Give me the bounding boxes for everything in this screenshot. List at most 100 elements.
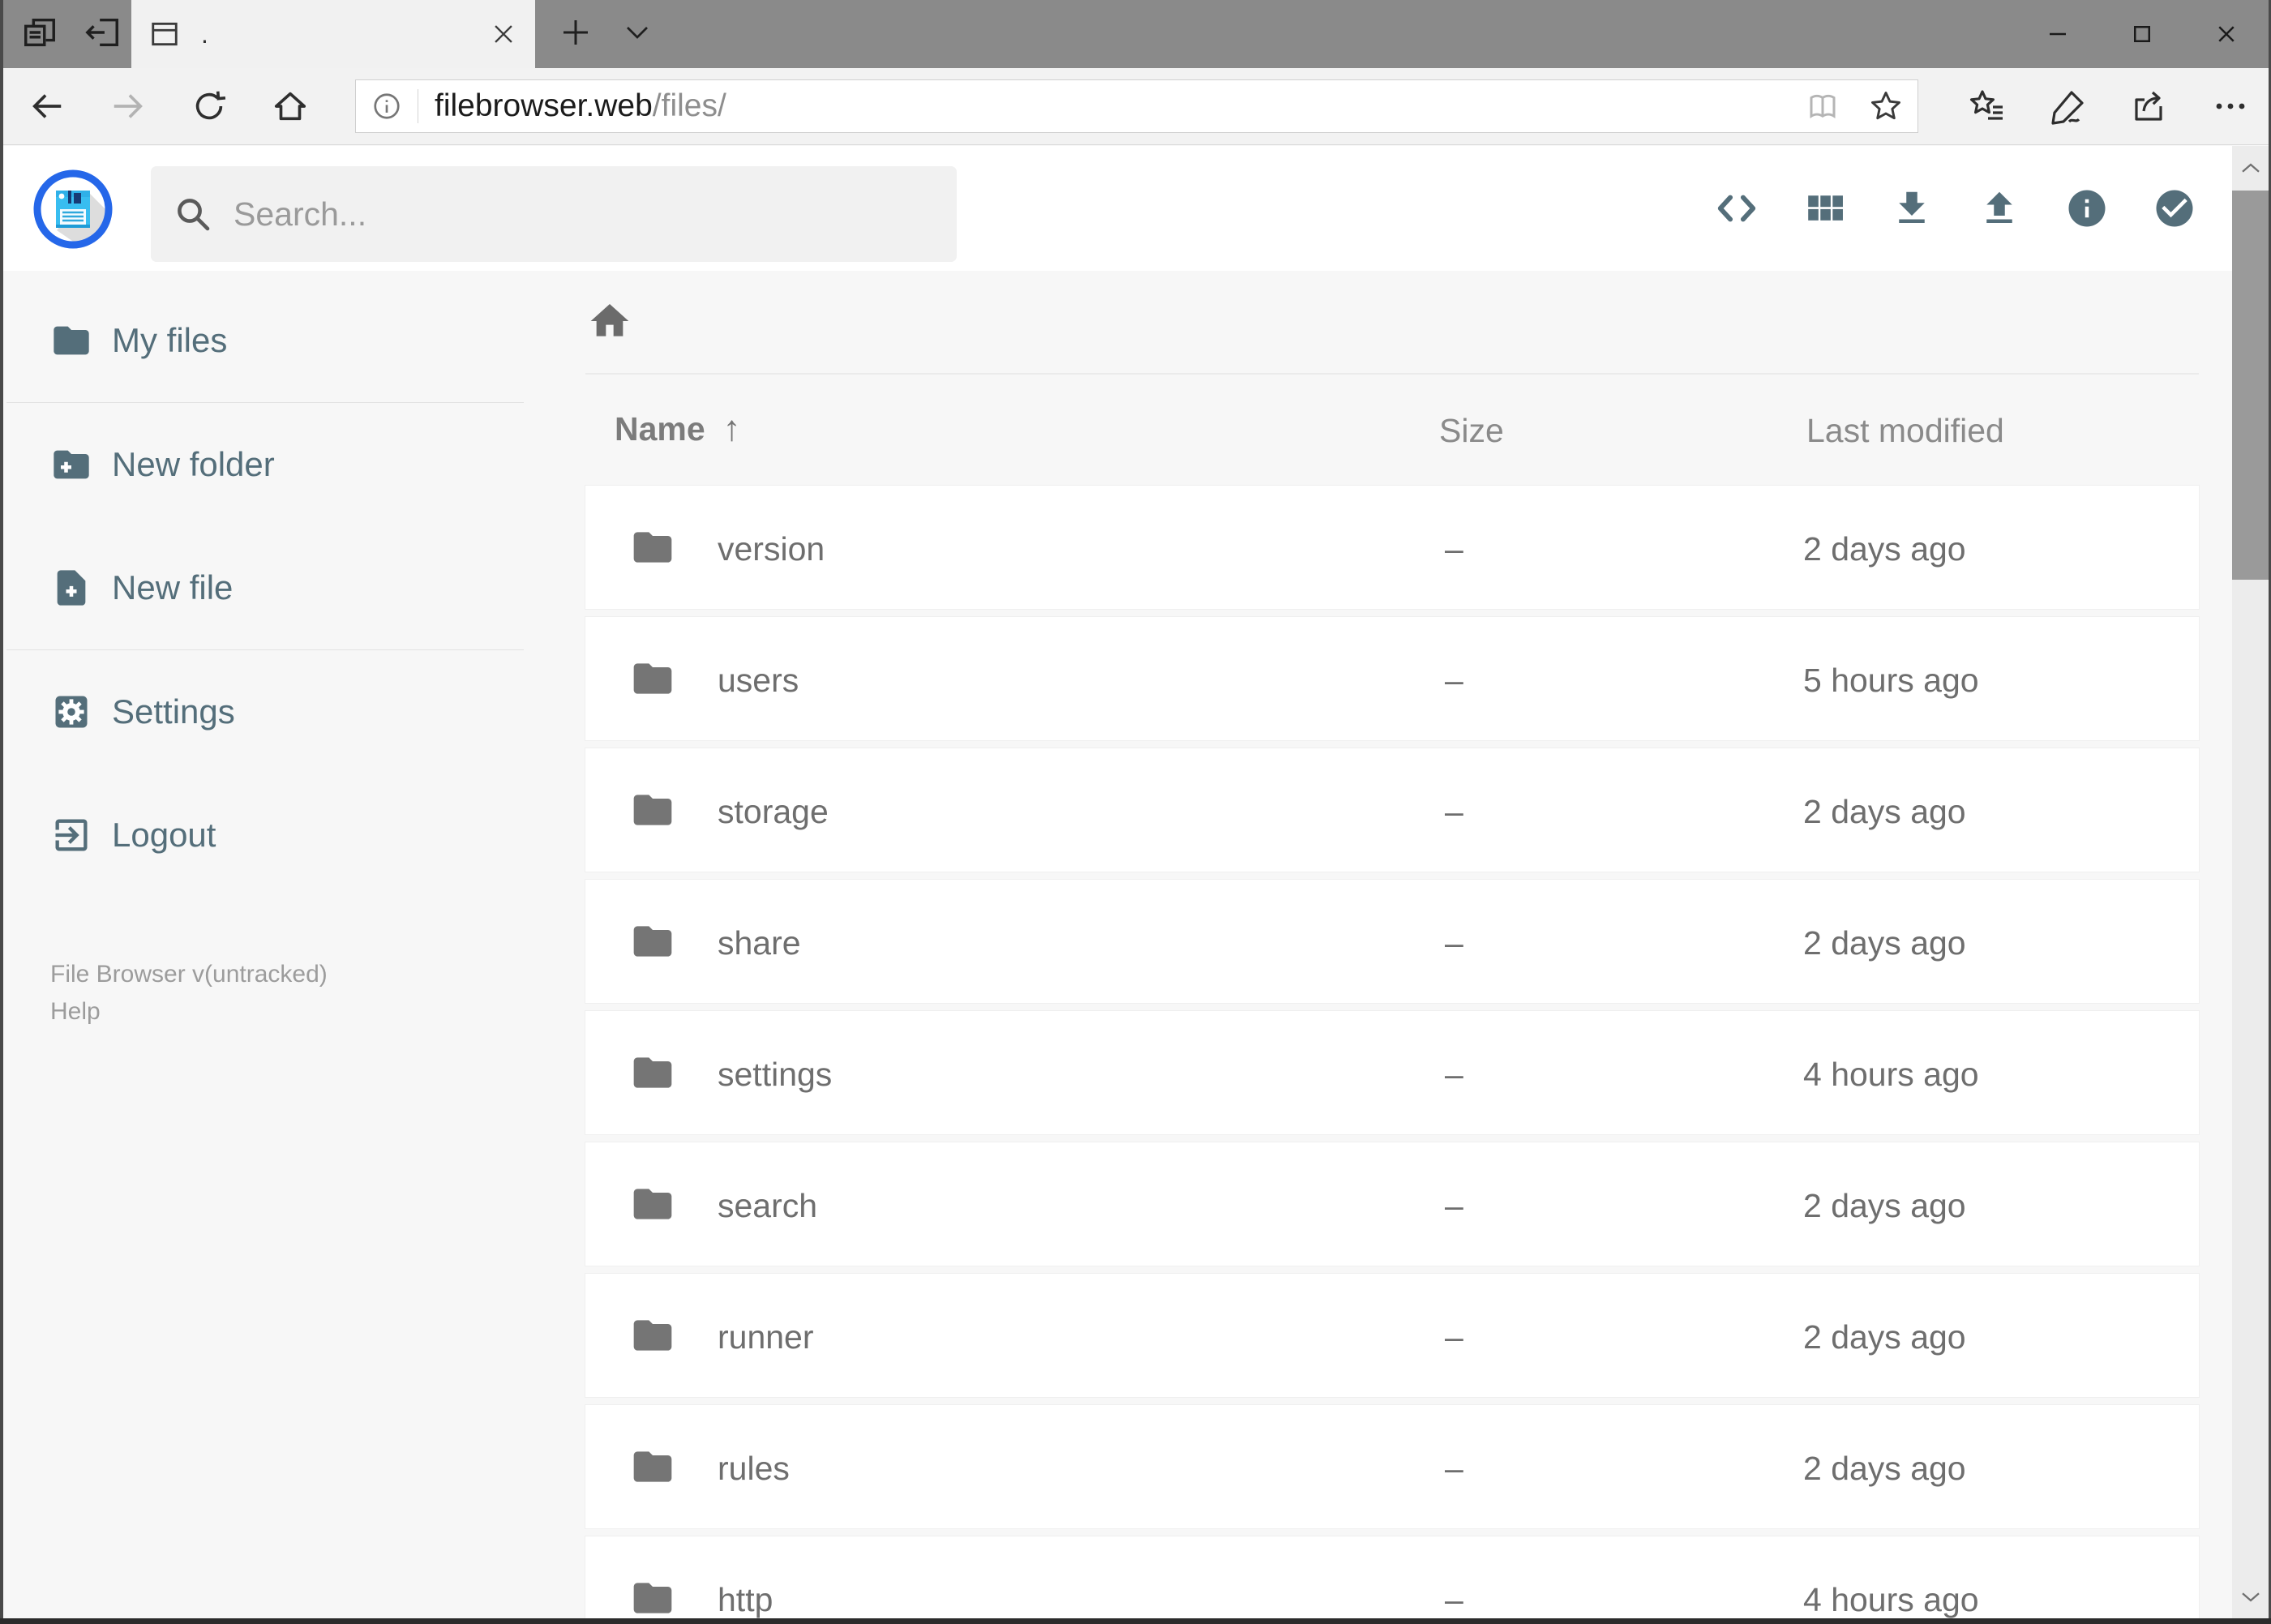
file-row[interactable]: http – 4 hours ago	[585, 1536, 2199, 1624]
sidebar-item-label: Settings	[112, 692, 235, 731]
hub-favorites-button[interactable]	[1947, 68, 2028, 144]
reading-view-button[interactable]	[1791, 80, 1854, 132]
folder-icon	[630, 525, 675, 570]
file-row[interactable]: share – 2 days ago	[585, 880, 2199, 1003]
back-button[interactable]	[6, 68, 88, 144]
folder-icon	[630, 1181, 675, 1227]
sidebar-item-my-files[interactable]: My files	[0, 279, 535, 402]
file-row[interactable]: storage – 2 days ago	[585, 748, 2199, 872]
set-tabs-aside-button[interactable]	[75, 0, 131, 68]
select-multiple-check-button[interactable]	[2153, 186, 2196, 230]
file-size: –	[1445, 1187, 1463, 1224]
folder-icon	[54, 326, 89, 355]
new-tab-button[interactable]	[545, 0, 606, 68]
tabs-preview-icon	[21, 14, 58, 55]
url-host: filebrowser.web	[435, 88, 653, 123]
breadcrumb-home-icon[interactable]	[587, 298, 632, 344]
browser-tab[interactable]: .	[131, 0, 535, 68]
sidebar-item-settings[interactable]: Settings	[0, 650, 535, 773]
search-input[interactable]	[234, 195, 934, 234]
folder-icon	[630, 787, 675, 833]
settings-and-more-ellipsis-button[interactable]	[2190, 68, 2271, 144]
forward-button[interactable]	[88, 68, 169, 144]
share-button[interactable]	[2109, 68, 2190, 144]
app-header	[0, 146, 2271, 271]
refresh-button[interactable]	[169, 68, 250, 144]
column-header-last-modified[interactable]: Last modified	[1806, 412, 2004, 450]
maximize-button[interactable]	[2100, 0, 2184, 68]
file-browser-logo[interactable]	[32, 169, 114, 250]
file-modified: 2 days ago	[1803, 1318, 1966, 1356]
file-size: –	[1445, 924, 1463, 962]
file-row[interactable]: settings – 4 hours ago	[585, 1011, 2199, 1134]
sidebar-item-logout[interactable]: Logout	[0, 773, 535, 897]
info-button[interactable]	[2065, 186, 2109, 230]
column-header-size[interactable]: Size	[1439, 412, 1504, 450]
folder-icon	[630, 1575, 675, 1621]
folder-icon	[630, 1050, 675, 1095]
file-name: rules	[718, 1450, 790, 1487]
window-frame-bottom	[0, 1618, 2271, 1624]
file-name: users	[718, 662, 799, 699]
file-name: settings	[718, 1056, 833, 1093]
download-button[interactable]	[1890, 186, 1934, 230]
sidebar-item-label: My files	[112, 321, 228, 359]
file-browser-page: My files New folder New file	[0, 146, 2271, 1624]
web-note-pen-button[interactable]	[2028, 68, 2109, 144]
sort-ascending-icon: ↑	[722, 409, 741, 448]
sidebar-item-new-folder[interactable]: New folder	[0, 403, 535, 526]
file-name: search	[718, 1187, 818, 1224]
file-size: –	[1445, 1056, 1463, 1093]
tab-close-icon[interactable]	[490, 20, 517, 48]
file-size: –	[1445, 793, 1463, 830]
folder-icon	[630, 919, 675, 964]
scrollbar-up-arrow[interactable]	[2232, 151, 2269, 186]
sidebar-item-label: New file	[112, 568, 234, 606]
file-row[interactable]: version – 2 days ago	[585, 486, 2199, 609]
file-row[interactable]: rules – 2 days ago	[585, 1405, 2199, 1528]
grid-view-button[interactable]	[1802, 186, 1846, 230]
file-modified: 2 days ago	[1803, 793, 1966, 830]
plus-icon	[559, 16, 592, 53]
file-listing: Name ↑ Size Last modified version – 2 da…	[535, 271, 2271, 1624]
sidebar-footer: File Browser v(untracked) Help	[50, 956, 328, 1031]
tab-preview-toggle-button[interactable]	[606, 0, 668, 68]
help-link[interactable]: Help	[50, 993, 328, 1031]
sidebar: My files New folder New file Settings Lo…	[0, 271, 535, 1624]
sidebar-item-label: New folder	[112, 445, 275, 483]
site-info-icon[interactable]	[356, 91, 418, 122]
add-favorite-star-button[interactable]	[1854, 80, 1917, 132]
folder-icon	[630, 1444, 675, 1489]
sidebar-item-label: Logout	[112, 816, 216, 854]
address-bar[interactable]: filebrowser.web/files/	[355, 79, 1918, 133]
file-size: –	[1445, 1318, 1463, 1356]
breadcrumb-divider	[585, 373, 2199, 375]
file-row[interactable]: users – 5 hours ago	[585, 617, 2199, 740]
search-box[interactable]	[151, 166, 957, 262]
file-size: –	[1445, 662, 1463, 699]
window-frame-left	[0, 0, 3, 1624]
raw-editor-code-button[interactable]	[1715, 186, 1759, 230]
close-window-button[interactable]	[2184, 0, 2269, 68]
file-modified: 4 hours ago	[1803, 1581, 1979, 1618]
column-header-name[interactable]: Name ↑	[615, 409, 741, 449]
column-headers: Name ↑ Size Last modified	[535, 409, 2199, 457]
folder-icon	[630, 656, 675, 701]
file-row[interactable]: search – 2 days ago	[585, 1142, 2199, 1266]
home-button[interactable]	[250, 68, 331, 144]
browser-toolbar: filebrowser.web/files/	[0, 68, 2271, 145]
page-scrollbar[interactable]	[2232, 146, 2269, 1624]
toolbar-right-group	[1947, 68, 2271, 144]
file-row[interactable]: runner – 2 days ago	[585, 1274, 2199, 1397]
scrollbar-down-arrow[interactable]	[2232, 1579, 2269, 1614]
url-path: /files/	[652, 88, 726, 123]
sidebar-item-new-file[interactable]: New file	[0, 526, 535, 649]
minimize-button[interactable]	[2016, 0, 2100, 68]
file-name: storage	[718, 793, 829, 830]
new-folder-icon	[54, 450, 89, 479]
set-aside-arrow-icon	[84, 14, 122, 55]
scrollbar-thumb[interactable]	[2232, 191, 2269, 580]
file-name: runner	[718, 1318, 814, 1356]
upload-button[interactable]	[1977, 186, 2021, 230]
tabs-set-aside-list-button[interactable]	[11, 0, 68, 68]
